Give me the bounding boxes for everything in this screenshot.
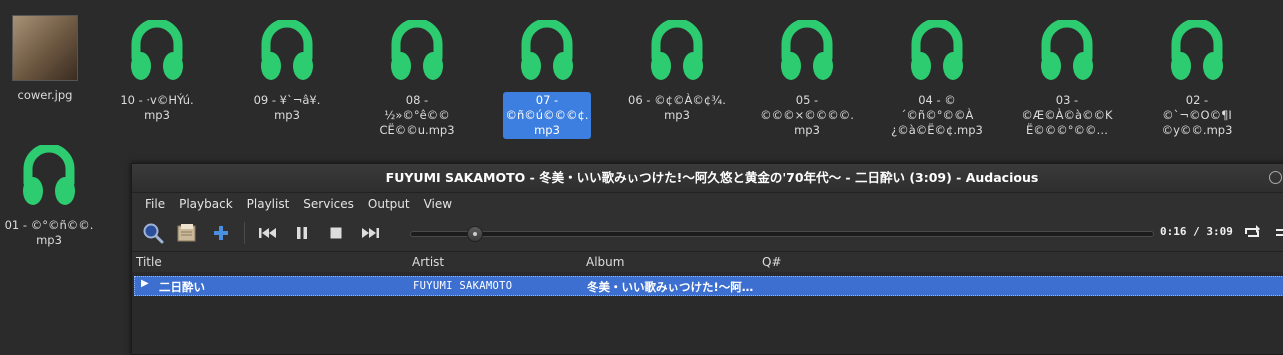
icon-label: 05 - ©©©×©©©©. mp3 bbox=[760, 93, 854, 137]
column-queue[interactable]: Q# bbox=[762, 255, 782, 269]
add-button[interactable] bbox=[206, 219, 236, 247]
playlist-row[interactable]: ▶ 二日酔い FUYUMI SAKAMOTO 冬美・いい歌みぃつけた!〜阿… bbox=[134, 276, 1283, 296]
row-album: 冬美・いい歌みぃつけた!〜阿… bbox=[587, 280, 754, 294]
icon-label: 02 - ©`¬©O©¶I ©y©©.mp3 bbox=[1161, 93, 1233, 137]
music-file-icon bbox=[254, 18, 320, 86]
next-icon bbox=[362, 228, 379, 238]
column-artist[interactable]: Artist bbox=[412, 255, 444, 269]
menu-view[interactable]: View bbox=[417, 193, 459, 215]
music-file-icon bbox=[904, 18, 970, 86]
shuffle-icon bbox=[1276, 229, 1283, 236]
icon-label: 04 - © ´©ñ©°©©À ¿©à©Ë©¢.mp3 bbox=[891, 93, 983, 137]
music-note-icon bbox=[911, 18, 963, 80]
add-icon bbox=[214, 226, 228, 240]
stop-icon bbox=[330, 227, 342, 239]
desktop-icon-audio[interactable]: 07 - ©ñ©ú©©©¢. mp3 bbox=[492, 18, 602, 139]
music-file-icon bbox=[644, 18, 710, 86]
music-note-icon bbox=[1171, 18, 1223, 80]
window-close-icon[interactable] bbox=[1269, 171, 1282, 184]
music-note-icon bbox=[391, 18, 443, 80]
row-artist: FUYUMI SAKAMOTO bbox=[413, 280, 513, 292]
music-note-icon bbox=[261, 18, 313, 80]
column-title[interactable]: Title bbox=[136, 255, 162, 269]
column-album[interactable]: Album bbox=[586, 255, 624, 269]
desktop-icon-audio[interactable]: 08 - ½»©°ê©© CË©©u.mp3 bbox=[362, 18, 472, 139]
icon-label: 01 - ©°©ñ©©. mp3 bbox=[4, 218, 94, 247]
desktop-icon-audio[interactable]: 10 - ·v©HÝú. mp3 bbox=[102, 18, 212, 124]
music-file-icon bbox=[774, 18, 840, 86]
music-note-icon bbox=[781, 18, 833, 80]
music-file-icon bbox=[1034, 18, 1100, 86]
music-file-icon bbox=[384, 18, 450, 86]
row-title: 二日酔い bbox=[159, 280, 205, 294]
playlist-header: Title Artist Album Q# bbox=[132, 251, 1283, 273]
audacious-window: FUYUMI SAKAMOTO - 冬美・いい歌みぃつけた!〜阿久悠と黄金の'7… bbox=[131, 163, 1283, 355]
icon-label: 03 - ©Æ©À©à©©K Ë©©©°©©… bbox=[1021, 93, 1113, 137]
desktop-icon-audio[interactable]: 01 - ©°©ñ©©. mp3 bbox=[0, 143, 104, 249]
desktop-icon-audio[interactable]: 09 - ¥`¬â¥. mp3 bbox=[232, 18, 342, 124]
music-note-icon bbox=[131, 18, 183, 80]
repeat-button[interactable] bbox=[1242, 223, 1262, 245]
icon-label: 07 - ©ñ©ú©©©¢. mp3 bbox=[503, 92, 591, 139]
menu-file[interactable]: File bbox=[138, 193, 172, 215]
seek-bar[interactable] bbox=[410, 226, 1154, 242]
icon-label: 08 - ½»©°ê©© CË©©u.mp3 bbox=[379, 93, 455, 137]
pause-button[interactable] bbox=[287, 219, 317, 247]
desktop-icon-audio[interactable]: 02 - ©`¬©O©¶I ©y©©.mp3 bbox=[1142, 18, 1252, 139]
open-files-button[interactable] bbox=[172, 219, 202, 247]
previous-button[interactable] bbox=[253, 219, 283, 247]
icon-label: 10 - ·v©HÝú. mp3 bbox=[120, 93, 194, 122]
menubar: File Playback Playlist Services Output V… bbox=[132, 193, 1283, 215]
search-button[interactable] bbox=[138, 219, 168, 247]
seek-handle[interactable] bbox=[467, 226, 484, 242]
desktop-icon-audio[interactable]: 04 - © ´©ñ©°©©À ¿©à©Ë©¢.mp3 bbox=[882, 18, 992, 139]
image-thumbnail bbox=[12, 15, 78, 81]
music-file-icon bbox=[16, 143, 82, 211]
previous-icon bbox=[259, 228, 276, 238]
stop-button[interactable] bbox=[321, 219, 351, 247]
toolbar-separator bbox=[244, 222, 245, 244]
desktop-icon-cower-jpg[interactable]: cower.jpg bbox=[4, 15, 86, 104]
music-file-icon bbox=[514, 18, 580, 86]
shuffle-button[interactable] bbox=[1274, 223, 1283, 245]
menu-playlist[interactable]: Playlist bbox=[240, 193, 297, 215]
menu-services[interactable]: Services bbox=[296, 193, 361, 215]
menu-playback[interactable]: Playback bbox=[172, 193, 240, 215]
window-titlebar[interactable]: FUYUMI SAKAMOTO - 冬美・いい歌みぃつけた!〜阿久悠と黄金の'7… bbox=[132, 164, 1283, 193]
icon-label: 09 - ¥`¬â¥. mp3 bbox=[253, 93, 321, 122]
repeat-icon bbox=[1245, 225, 1260, 237]
music-file-icon bbox=[124, 18, 190, 86]
desktop-icon-audio[interactable]: 05 - ©©©×©©©©. mp3 bbox=[752, 18, 862, 139]
desktop-icon-audio[interactable]: 03 - ©Æ©À©à©©K Ë©©©°©©… bbox=[1012, 18, 1122, 139]
music-note-icon bbox=[651, 18, 703, 80]
window-title: FUYUMI SAKAMOTO - 冬美・いい歌みぃつけた!〜阿久悠と黄金の'7… bbox=[385, 170, 1039, 185]
music-note-icon bbox=[521, 18, 573, 80]
menu-output[interactable]: Output bbox=[361, 193, 417, 215]
pause-icon bbox=[297, 227, 307, 239]
music-note-icon bbox=[1041, 18, 1093, 80]
search-icon bbox=[143, 223, 164, 244]
icon-label: 06 - ©¢©À©¢¾. mp3 bbox=[628, 93, 726, 122]
time-display: 0:16 / 3:09 bbox=[1160, 225, 1233, 238]
music-note-icon bbox=[23, 143, 75, 205]
music-file-icon bbox=[1164, 18, 1230, 86]
icon-label: cower.jpg bbox=[17, 88, 73, 102]
toolbar: 0:16 / 3:09 bbox=[132, 215, 1283, 251]
desktop-icon-audio[interactable]: 06 - ©¢©À©¢¾. mp3 bbox=[622, 18, 732, 124]
open-files-icon bbox=[177, 224, 196, 242]
next-button[interactable] bbox=[355, 219, 385, 247]
playing-indicator-icon: ▶ bbox=[141, 278, 149, 289]
